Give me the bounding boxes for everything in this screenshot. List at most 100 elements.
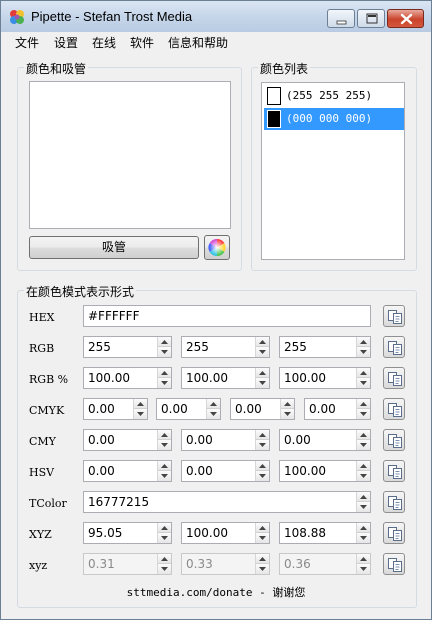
copy-button[interactable]	[383, 336, 405, 358]
spin-up-icon[interactable]	[281, 399, 294, 409]
spin-buttons[interactable]	[356, 337, 370, 357]
spin-buttons[interactable]	[157, 554, 171, 574]
spin-buttons[interactable]	[255, 430, 269, 450]
copy-button[interactable]	[383, 367, 405, 389]
spin-buttons[interactable]	[255, 461, 269, 481]
menu-file[interactable]: 文件	[15, 34, 39, 51]
list-item[interactable]: (255 255 255)	[264, 85, 404, 107]
spin-down-icon[interactable]	[158, 440, 171, 450]
spin-buttons[interactable]	[157, 461, 171, 481]
spin-buttons[interactable]	[356, 399, 370, 419]
minimize-button[interactable]	[327, 9, 355, 28]
close-button[interactable]	[387, 9, 424, 28]
model-input[interactable]: 108.88	[279, 522, 371, 544]
copy-button[interactable]	[383, 460, 405, 482]
spin-down-icon[interactable]	[158, 564, 171, 574]
spin-down-icon[interactable]	[134, 409, 147, 419]
spin-buttons[interactable]	[255, 554, 269, 574]
spin-down-icon[interactable]	[256, 440, 269, 450]
spin-down-icon[interactable]	[357, 564, 370, 574]
model-input[interactable]: 0.00	[304, 398, 371, 420]
spin-up-icon[interactable]	[158, 461, 171, 471]
spin-up-icon[interactable]	[256, 523, 269, 533]
model-input[interactable]: 0.00	[181, 460, 270, 482]
spin-down-icon[interactable]	[357, 502, 370, 512]
spin-down-icon[interactable]	[256, 347, 269, 357]
spin-up-icon[interactable]	[256, 337, 269, 347]
spin-buttons[interactable]	[157, 368, 171, 388]
menu-software[interactable]: 软件	[130, 34, 154, 51]
model-input[interactable]: 255	[279, 336, 371, 358]
spin-buttons[interactable]	[356, 523, 370, 543]
spin-up-icon[interactable]	[256, 368, 269, 378]
model-input[interactable]: 100.00	[83, 367, 172, 389]
spin-buttons[interactable]	[356, 492, 370, 512]
menu-online[interactable]: 在线	[92, 34, 116, 51]
spin-down-icon[interactable]	[357, 409, 370, 419]
spin-down-icon[interactable]	[357, 347, 370, 357]
model-input[interactable]: 100.00	[279, 367, 371, 389]
copy-button[interactable]	[383, 429, 405, 451]
spin-down-icon[interactable]	[158, 533, 171, 543]
spin-up-icon[interactable]	[158, 368, 171, 378]
model-input[interactable]: 0.00	[83, 398, 148, 420]
spin-down-icon[interactable]	[281, 409, 294, 419]
spin-up-icon[interactable]	[256, 554, 269, 564]
spin-up-icon[interactable]	[158, 337, 171, 347]
model-input[interactable]: 0.31	[83, 553, 172, 575]
spin-down-icon[interactable]	[357, 378, 370, 388]
model-input[interactable]: 100.00	[279, 460, 371, 482]
spin-up-icon[interactable]	[256, 461, 269, 471]
spin-buttons[interactable]	[255, 523, 269, 543]
spin-up-icon[interactable]	[357, 523, 370, 533]
spin-buttons[interactable]	[280, 399, 294, 419]
list-item-selected[interactable]: (000 000 000)	[264, 108, 404, 130]
spin-buttons[interactable]	[356, 554, 370, 574]
spin-up-icon[interactable]	[357, 368, 370, 378]
menu-settings[interactable]: 设置	[54, 34, 78, 51]
model-input[interactable]: 0.33	[181, 553, 270, 575]
spin-down-icon[interactable]	[158, 347, 171, 357]
spin-down-icon[interactable]	[357, 533, 370, 543]
spin-buttons[interactable]	[356, 368, 370, 388]
model-input[interactable]: 0.00	[156, 398, 221, 420]
spin-up-icon[interactable]	[158, 523, 171, 533]
spin-down-icon[interactable]	[158, 378, 171, 388]
pick-color-button[interactable]: 吸管	[29, 236, 199, 259]
copy-button[interactable]	[383, 305, 405, 327]
model-input[interactable]: 95.05	[83, 522, 172, 544]
model-input[interactable]: 16777215	[83, 491, 371, 513]
spin-down-icon[interactable]	[256, 378, 269, 388]
spin-down-icon[interactable]	[357, 471, 370, 481]
spin-up-icon[interactable]	[357, 461, 370, 471]
spin-buttons[interactable]	[157, 430, 171, 450]
copy-button[interactable]	[383, 522, 405, 544]
model-input[interactable]: 0.00	[279, 429, 371, 451]
spin-up-icon[interactable]	[158, 554, 171, 564]
spin-up-icon[interactable]	[256, 430, 269, 440]
model-input[interactable]: 0.00	[83, 429, 172, 451]
spin-up-icon[interactable]	[357, 430, 370, 440]
spin-down-icon[interactable]	[256, 533, 269, 543]
spin-buttons[interactable]	[206, 399, 220, 419]
spin-buttons[interactable]	[356, 461, 370, 481]
spin-down-icon[interactable]	[256, 471, 269, 481]
spin-up-icon[interactable]	[357, 492, 370, 502]
spin-up-icon[interactable]	[158, 430, 171, 440]
spin-down-icon[interactable]	[256, 564, 269, 574]
spin-up-icon[interactable]	[357, 337, 370, 347]
spin-up-icon[interactable]	[207, 399, 220, 409]
spin-buttons[interactable]	[133, 399, 147, 419]
copy-button[interactable]	[383, 553, 405, 575]
model-input[interactable]: 0.00	[181, 429, 270, 451]
model-input[interactable]: 100.00	[181, 522, 270, 544]
title-bar[interactable]: Pipette - Stefan Trost Media	[1, 1, 431, 32]
model-input[interactable]: 100.00	[181, 367, 270, 389]
model-input[interactable]: #FFFFFF	[83, 305, 371, 327]
spin-down-icon[interactable]	[207, 409, 220, 419]
spin-buttons[interactable]	[157, 523, 171, 543]
spin-buttons[interactable]	[356, 430, 370, 450]
spin-buttons[interactable]	[255, 368, 269, 388]
copy-button[interactable]	[383, 398, 405, 420]
model-input[interactable]: 255	[181, 336, 270, 358]
